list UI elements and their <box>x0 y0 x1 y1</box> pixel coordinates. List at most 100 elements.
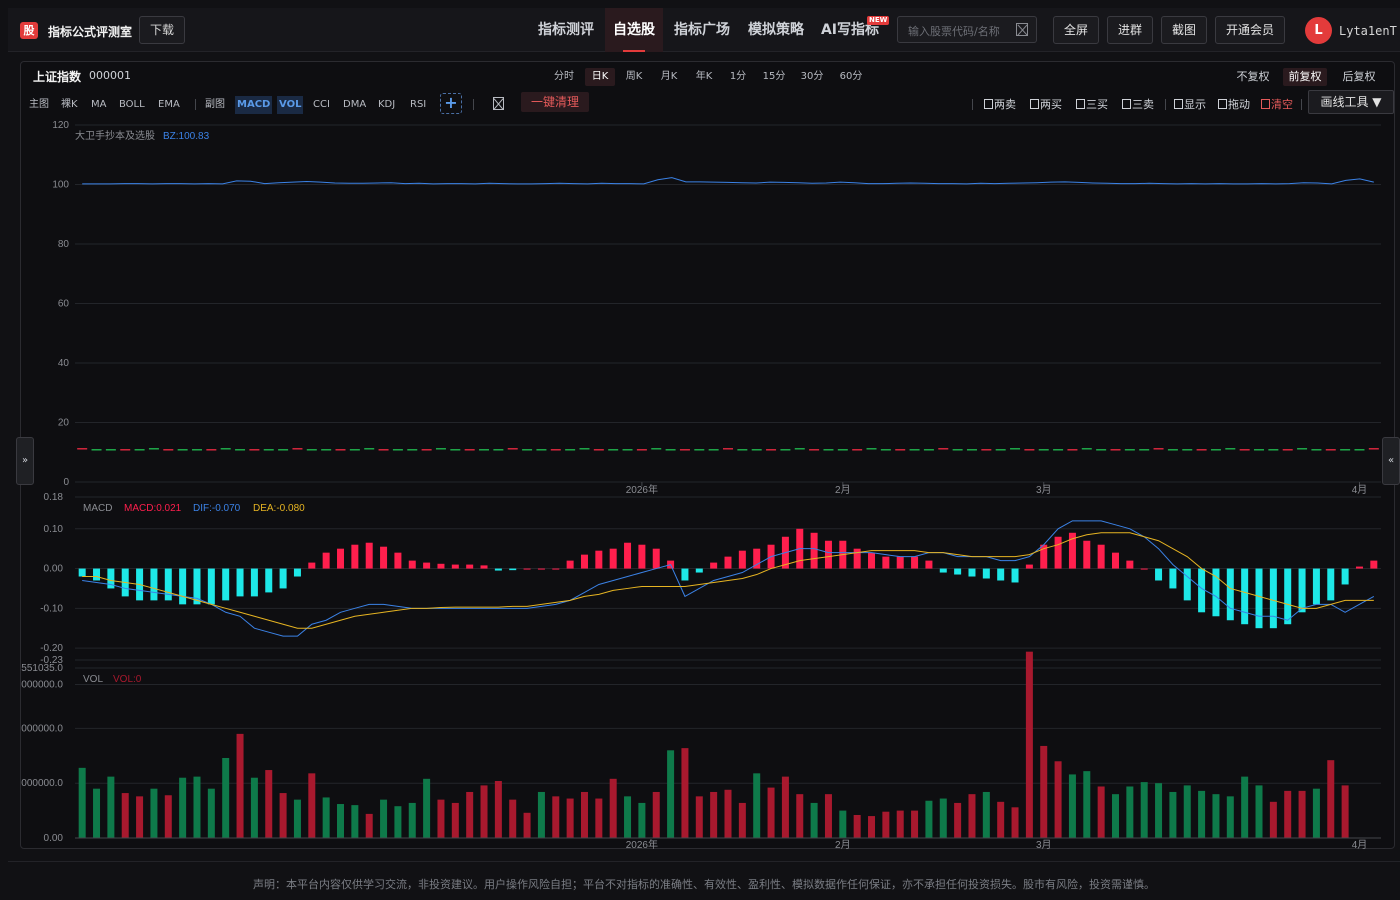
macd-bar <box>437 563 445 569</box>
macd-bar <box>552 568 560 570</box>
y-tick-label: 60 <box>58 299 70 310</box>
y-tick-label: -0.10 <box>40 603 63 614</box>
vol-bar <box>954 802 962 838</box>
left-panel-toggle[interactable]: » <box>16 437 34 485</box>
right-panel-toggle[interactable]: « <box>1382 437 1400 485</box>
macd-bar <box>351 544 359 569</box>
macd-bar <box>724 556 732 569</box>
vol-bar <box>423 778 431 838</box>
macd-bar <box>1198 568 1206 613</box>
vol-bar <box>150 788 158 838</box>
macd-bar <box>1140 568 1148 570</box>
vol-bar <box>1298 790 1306 838</box>
y-tick-label: 0.10 <box>44 524 64 535</box>
macd-bar <box>1355 566 1363 569</box>
vol-bar <box>982 791 990 838</box>
y-tick-label: 000000.0 <box>21 680 63 691</box>
vol-bar <box>509 799 517 838</box>
macd-bar <box>580 554 588 569</box>
macd-bar <box>695 568 703 573</box>
vol-bar <box>537 791 545 838</box>
vol-bar <box>279 793 287 838</box>
vol-bar <box>480 785 488 838</box>
vol-bar <box>222 757 230 838</box>
vol-bar <box>1083 771 1091 838</box>
vol-bar <box>322 797 330 838</box>
dea-line <box>82 532 1374 629</box>
vol-bar <box>451 802 459 838</box>
macd-bar <box>179 568 187 605</box>
macd-bar <box>222 568 230 601</box>
disclaimer: 声明：本平台内容仅供学习交流，非投资建议。用户操作风险自担；平台不对指标的准确性… <box>8 861 1400 900</box>
vol-bar <box>652 791 660 838</box>
vol-bar <box>121 793 129 838</box>
macd-bar <box>394 552 402 569</box>
vol-bar <box>552 796 560 838</box>
macd-bar <box>896 556 904 569</box>
vol-bar <box>911 810 919 838</box>
vol-bar <box>753 773 761 838</box>
macd-bar <box>1155 568 1163 581</box>
vol-bar <box>738 802 746 838</box>
macd-bar <box>279 568 287 589</box>
vol-bar <box>681 748 689 838</box>
bz-line <box>82 177 1374 185</box>
macd-bar <box>1269 568 1277 629</box>
macd-bar <box>265 568 273 593</box>
x-tick-label: 3月 <box>1036 484 1052 496</box>
macd-bar <box>1025 564 1033 569</box>
macd-bar <box>322 552 330 569</box>
x-tick-label: 2月 <box>835 839 851 851</box>
y-tick-label: 000000.0 <box>21 723 63 734</box>
macd-bar <box>1083 540 1091 569</box>
vol-bar <box>868 816 876 838</box>
macd-bar <box>638 544 646 569</box>
y-tick-label: 0 <box>63 477 69 488</box>
vol-bar <box>1269 801 1277 838</box>
x-tick-label: 4月 <box>1352 484 1368 496</box>
macd-bar <box>1011 568 1019 583</box>
vol-bar <box>767 787 775 838</box>
vol-bar <box>1155 783 1163 838</box>
vol-bar <box>193 776 201 838</box>
vol-bar <box>939 798 947 838</box>
vol-bar <box>1169 791 1177 838</box>
macd-bar <box>537 568 545 570</box>
vol-bar <box>250 777 258 838</box>
vol-bar <box>882 811 890 838</box>
macd-bar <box>1312 568 1320 605</box>
vol-bar <box>107 776 115 838</box>
dea-value: DEA:-0.080 <box>253 503 305 514</box>
vol-bar <box>164 795 172 838</box>
vol-bar <box>796 794 804 838</box>
macd-bar <box>810 532 818 569</box>
macd-bar <box>164 568 172 601</box>
vol-bar <box>695 796 703 838</box>
y-tick-label: 000000.0 <box>21 778 63 789</box>
vol-bar <box>1126 786 1134 838</box>
macd-bar <box>1226 568 1234 621</box>
vol-bar <box>997 801 1005 838</box>
chart-area[interactable]: 0 20 40 60 80 100 120 大卫手抄本及选股 BZ:100.83 2026年 2月 3… <box>0 0 1400 900</box>
vol-bar <box>1226 796 1234 838</box>
macd-bar <box>911 556 919 569</box>
vol-bar <box>1111 794 1119 838</box>
vol-bar <box>667 750 675 838</box>
indicator-value: BZ:100.83 <box>163 131 210 142</box>
macd-bar <box>480 565 488 569</box>
vol-bar <box>523 812 531 838</box>
vol-bar <box>337 804 345 838</box>
vol-bar <box>1198 790 1206 838</box>
vol-bar <box>136 796 144 838</box>
vol-bar <box>179 777 187 838</box>
macd-bar <box>466 564 474 569</box>
y-tick-label: 80 <box>58 239 70 250</box>
vol-bar <box>394 806 402 838</box>
vol-value: VOL:0 <box>113 674 142 685</box>
vol-bar <box>824 794 832 838</box>
y-tick-label: 40 <box>58 358 70 369</box>
macd-bar <box>710 562 718 569</box>
macd-bar <box>523 568 531 570</box>
macd-bar <box>78 568 86 577</box>
macd-bar <box>609 548 617 569</box>
